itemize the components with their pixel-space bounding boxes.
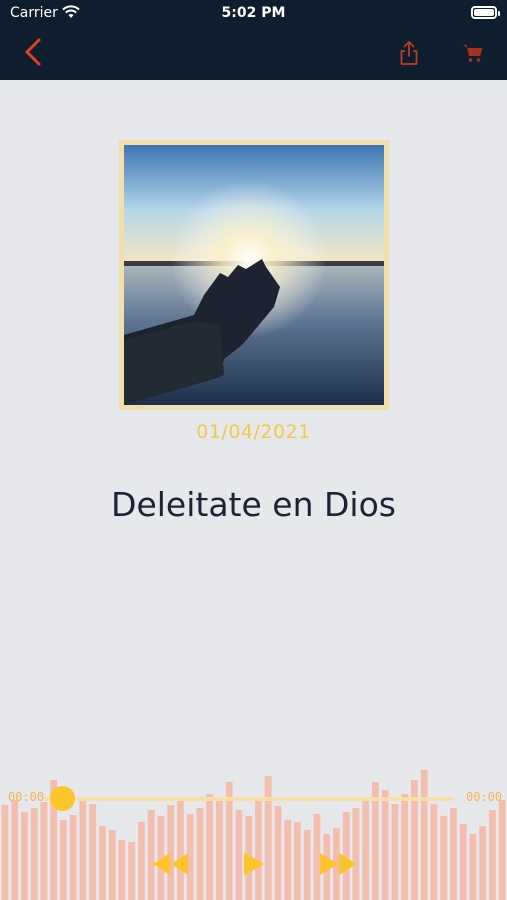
- waveform-bar: [138, 822, 145, 900]
- waveform-bar: [430, 804, 438, 900]
- elapsed-time: 00:00: [8, 790, 45, 804]
- battery-icon: [471, 6, 500, 19]
- progress-thumb[interactable]: [50, 786, 75, 811]
- status-bar: Carrier 5:02 PM: [0, 0, 507, 28]
- duration-time: 00:00: [466, 790, 503, 804]
- waveform-bar: [69, 815, 77, 900]
- fast-forward-button[interactable]: [318, 850, 360, 878]
- waveform-bar: [489, 810, 496, 900]
- waveform-bar: [21, 812, 28, 900]
- episode-title: Deleitate en Dios: [111, 485, 396, 524]
- waveform-bar: [40, 802, 48, 900]
- waveform-bar: [294, 822, 301, 900]
- rewind-button[interactable]: [150, 850, 190, 878]
- waveform-bar: [99, 826, 106, 900]
- waveform-bar: [264, 776, 272, 900]
- waveform-visualizer: [1, 770, 506, 900]
- waveform-bar: [79, 800, 87, 900]
- waveform-bar: [177, 798, 184, 900]
- waveform-bar: [303, 830, 311, 900]
- waveform-bar: [30, 808, 38, 900]
- waveform-bar: [420, 770, 428, 900]
- waveform-bar: [11, 800, 19, 900]
- progress-track[interactable]: [44, 797, 454, 801]
- waveform-bar: [401, 794, 409, 900]
- waveform-bar: [128, 842, 136, 900]
- waveform-bar: [196, 808, 204, 900]
- waveform-bar: [469, 834, 477, 900]
- cover-image: [124, 145, 384, 405]
- waveform-bar: [1, 805, 9, 900]
- waveform-bar: [459, 824, 467, 900]
- back-button[interactable]: [18, 37, 48, 67]
- waveform-bar: [498, 800, 506, 900]
- waveform-bar: [450, 808, 457, 900]
- waveform-bar: [391, 804, 399, 900]
- waveform-bar: [216, 800, 223, 900]
- waveform-bar: [108, 830, 116, 900]
- waveform-bar: [89, 804, 97, 900]
- waveform-bar: [206, 794, 214, 900]
- waveform-bar: [440, 816, 448, 900]
- album-cover: [119, 140, 389, 410]
- waveform-bar: [118, 840, 126, 900]
- waveform-bar: [274, 806, 282, 900]
- waveform-bar: [362, 800, 370, 900]
- play-button[interactable]: [242, 850, 266, 878]
- share-button[interactable]: [398, 40, 420, 66]
- top-bar: Carrier 5:02 PM: [0, 0, 507, 80]
- waveform-bar: [381, 790, 389, 900]
- waveform-bar: [479, 826, 487, 900]
- waveform-bar: [284, 820, 292, 900]
- cart-button[interactable]: [462, 43, 484, 63]
- episode-date: 01/04/2021: [196, 421, 311, 443]
- waveform-bar: [60, 820, 67, 900]
- status-time: 5:02 PM: [221, 5, 286, 21]
